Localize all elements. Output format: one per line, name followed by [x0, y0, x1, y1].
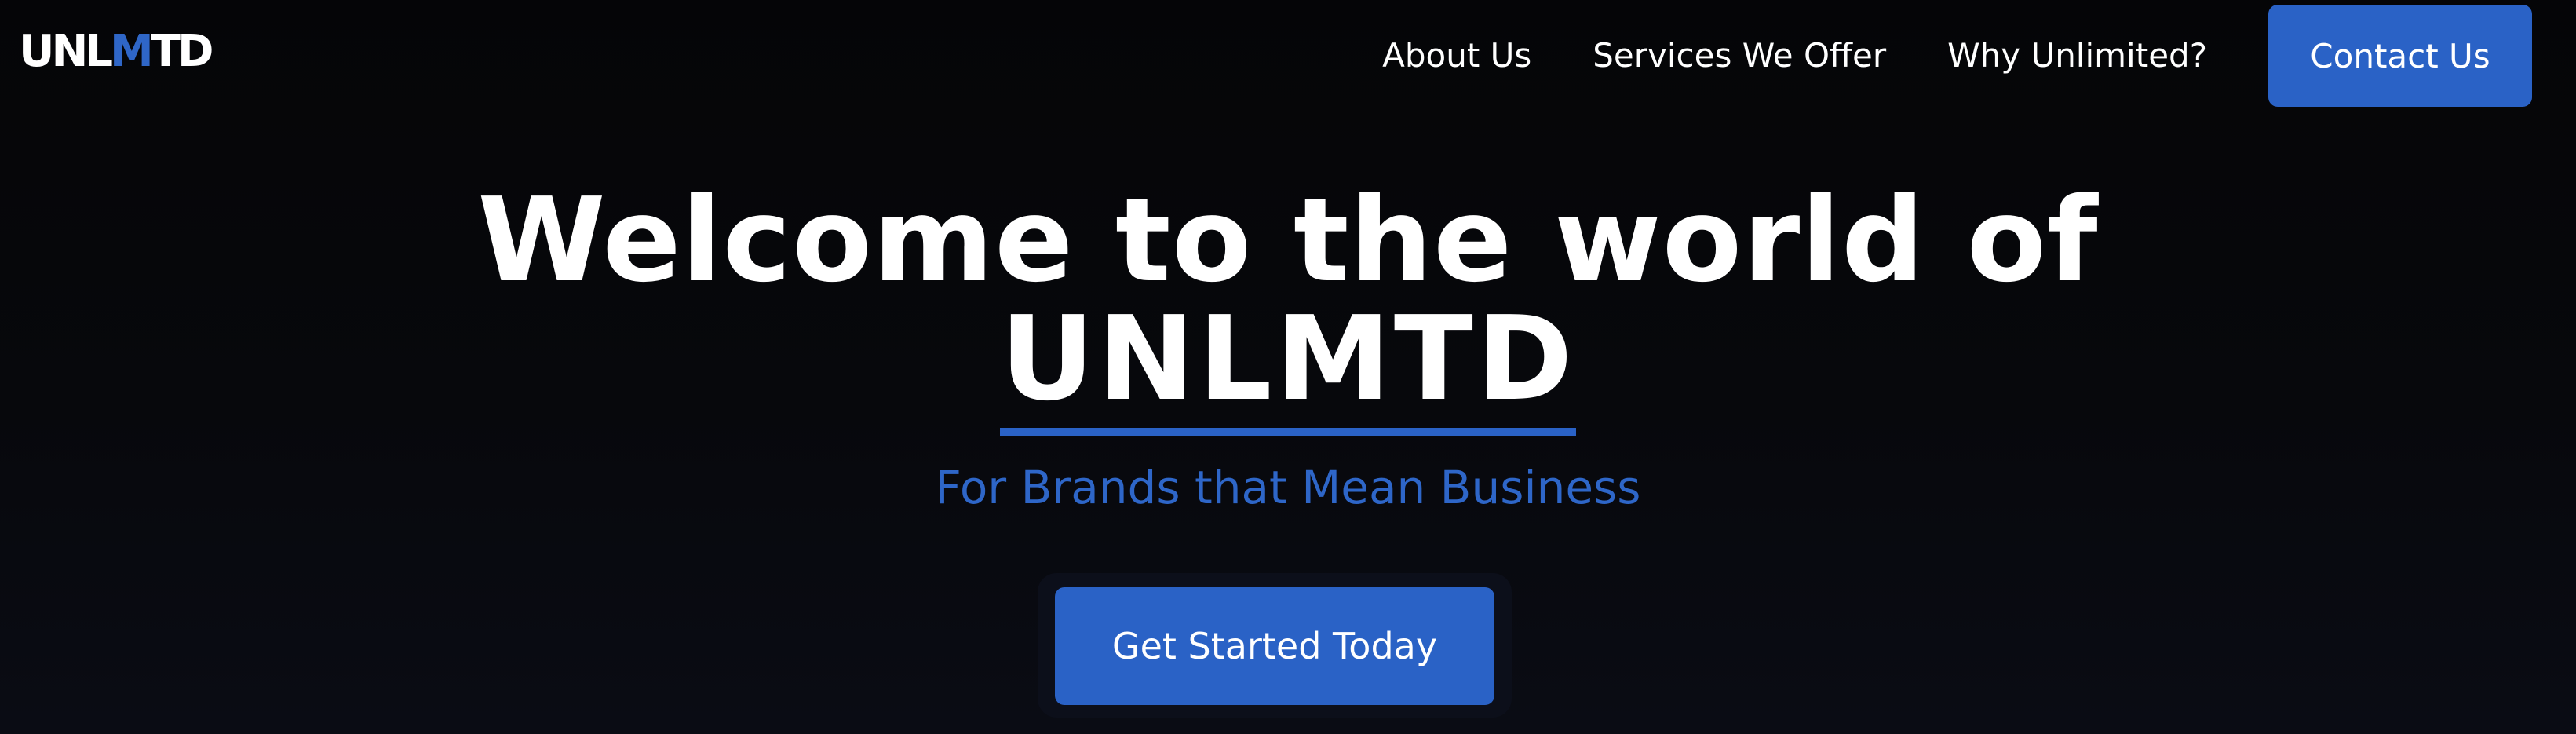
landing-page: UNLMTD About Us Services We Offer Why Un…	[0, 0, 2576, 734]
nav-about-us[interactable]: About Us	[1382, 36, 1531, 75]
brand-logo[interactable]: UNLMTD	[19, 30, 213, 74]
main-nav: About Us Services We Offer Why Unlimited…	[1382, 0, 2532, 110]
nav-why-unlimited[interactable]: Why Unlimited?	[1947, 36, 2207, 75]
contact-us-button[interactable]: Contact Us	[2268, 5, 2532, 107]
get-started-button[interactable]: Get Started Today	[1055, 587, 1494, 705]
hero-tagline: For Brands that Mean Business	[935, 461, 1641, 514]
nav-services[interactable]: Services We Offer	[1593, 36, 1886, 75]
hero-title: Welcome to the world of	[477, 173, 2099, 308]
hero-brand-name: UNLMTD	[1000, 301, 1576, 436]
logo-wordmark: UNLMTD	[19, 30, 213, 74]
logo-text-start: UNL	[19, 26, 113, 77]
logo-text-end: TD	[150, 26, 214, 77]
logo-accent-letter: M	[110, 26, 154, 77]
hero-brand-wrap: UNLMTD	[0, 301, 2576, 436]
